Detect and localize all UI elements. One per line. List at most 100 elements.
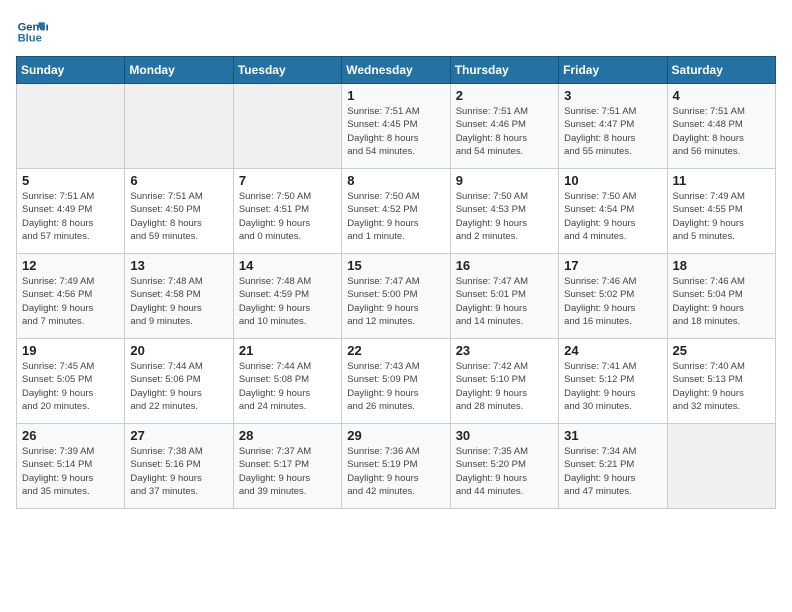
calendar-cell: 18 Sunrise: 7:46 AM Sunset: 5:04 PM Dayli…	[667, 254, 775, 339]
day-number: 19	[22, 343, 119, 358]
day-info: Sunrise: 7:42 AM Sunset: 5:10 PM Dayligh…	[456, 360, 553, 413]
calendar-cell: 1 Sunrise: 7:51 AM Sunset: 4:45 PM Daylig…	[342, 84, 450, 169]
calendar-week-row: 1 Sunrise: 7:51 AM Sunset: 4:45 PM Daylig…	[17, 84, 776, 169]
day-info: Sunrise: 7:47 AM Sunset: 5:01 PM Dayligh…	[456, 275, 553, 328]
weekday-header-row: SundayMondayTuesdayWednesdayThursdayFrid…	[17, 57, 776, 84]
day-number: 21	[239, 343, 336, 358]
calendar-cell: 6 Sunrise: 7:51 AM Sunset: 4:50 PM Daylig…	[125, 169, 233, 254]
calendar-cell: 23 Sunrise: 7:42 AM Sunset: 5:10 PM Dayli…	[450, 339, 558, 424]
day-info: Sunrise: 7:44 AM Sunset: 5:08 PM Dayligh…	[239, 360, 336, 413]
day-number: 6	[130, 173, 227, 188]
day-info: Sunrise: 7:48 AM Sunset: 4:58 PM Dayligh…	[130, 275, 227, 328]
calendar-table: SundayMondayTuesdayWednesdayThursdayFrid…	[16, 56, 776, 509]
calendar-week-row: 5 Sunrise: 7:51 AM Sunset: 4:49 PM Daylig…	[17, 169, 776, 254]
calendar-cell: 8Sunrise: 7:50 AM Sunset: 4:52 PM Daylig…	[342, 169, 450, 254]
day-number: 5	[22, 173, 119, 188]
calendar-cell: 16 Sunrise: 7:47 AM Sunset: 5:01 PM Dayli…	[450, 254, 558, 339]
day-number: 23	[456, 343, 553, 358]
day-number: 20	[130, 343, 227, 358]
day-number: 11	[673, 173, 770, 188]
calendar-cell: 21 Sunrise: 7:44 AM Sunset: 5:08 PM Dayli…	[233, 339, 341, 424]
day-info: Sunrise: 7:51 AM Sunset: 4:48 PM Dayligh…	[673, 105, 770, 158]
day-info: Sunrise: 7:43 AM Sunset: 5:09 PM Dayligh…	[347, 360, 444, 413]
page-header: General Blue	[16, 16, 776, 48]
day-number: 15	[347, 258, 444, 273]
calendar-cell: 15 Sunrise: 7:47 AM Sunset: 5:00 PM Dayli…	[342, 254, 450, 339]
day-info: Sunrise: 7:51 AM Sunset: 4:46 PM Dayligh…	[456, 105, 553, 158]
day-number: 3	[564, 88, 661, 103]
calendar-cell: 31 Sunrise: 7:34 AM Sunset: 5:21 PM Dayli…	[559, 424, 667, 509]
calendar-cell: 27 Sunrise: 7:38 AM Sunset: 5:16 PM Dayli…	[125, 424, 233, 509]
calendar-week-row: 12 Sunrise: 7:49 AM Sunset: 4:56 PM Dayli…	[17, 254, 776, 339]
calendar-cell: 10 Sunrise: 7:50 AM Sunset: 4:54 PM Dayli…	[559, 169, 667, 254]
day-number: 26	[22, 428, 119, 443]
weekday-header-thursday: Thursday	[450, 57, 558, 84]
day-info: Sunrise: 7:50 AM Sunset: 4:53 PM Dayligh…	[456, 190, 553, 243]
calendar-cell	[667, 424, 775, 509]
day-number: 16	[456, 258, 553, 273]
calendar-cell: 12 Sunrise: 7:49 AM Sunset: 4:56 PM Dayli…	[17, 254, 125, 339]
calendar-cell: 5 Sunrise: 7:51 AM Sunset: 4:49 PM Daylig…	[17, 169, 125, 254]
day-info: Sunrise: 7:39 AM Sunset: 5:14 PM Dayligh…	[22, 445, 119, 498]
day-number: 7	[239, 173, 336, 188]
calendar-cell: 9Sunrise: 7:50 AM Sunset: 4:53 PM Daylig…	[450, 169, 558, 254]
day-number: 14	[239, 258, 336, 273]
day-info: Sunrise: 7:38 AM Sunset: 5:16 PM Dayligh…	[130, 445, 227, 498]
calendar-cell: 29 Sunrise: 7:36 AM Sunset: 5:19 PM Dayli…	[342, 424, 450, 509]
calendar-cell	[125, 84, 233, 169]
weekday-header-saturday: Saturday	[667, 57, 775, 84]
day-number: 17	[564, 258, 661, 273]
day-number: 8	[347, 173, 444, 188]
day-info: Sunrise: 7:40 AM Sunset: 5:13 PM Dayligh…	[673, 360, 770, 413]
day-number: 10	[564, 173, 661, 188]
day-number: 25	[673, 343, 770, 358]
day-number: 29	[347, 428, 444, 443]
day-number: 12	[22, 258, 119, 273]
day-info: Sunrise: 7:47 AM Sunset: 5:00 PM Dayligh…	[347, 275, 444, 328]
day-number: 24	[564, 343, 661, 358]
day-number: 28	[239, 428, 336, 443]
day-number: 27	[130, 428, 227, 443]
logo-icon: General Blue	[16, 16, 48, 48]
day-info: Sunrise: 7:51 AM Sunset: 4:50 PM Dayligh…	[130, 190, 227, 243]
day-info: Sunrise: 7:34 AM Sunset: 5:21 PM Dayligh…	[564, 445, 661, 498]
day-info: Sunrise: 7:51 AM Sunset: 4:47 PM Dayligh…	[564, 105, 661, 158]
calendar-cell: 4 Sunrise: 7:51 AM Sunset: 4:48 PM Daylig…	[667, 84, 775, 169]
day-number: 31	[564, 428, 661, 443]
logo: General Blue	[16, 16, 52, 48]
day-info: Sunrise: 7:51 AM Sunset: 4:45 PM Dayligh…	[347, 105, 444, 158]
calendar-cell: 14 Sunrise: 7:48 AM Sunset: 4:59 PM Dayli…	[233, 254, 341, 339]
day-number: 30	[456, 428, 553, 443]
day-info: Sunrise: 7:51 AM Sunset: 4:49 PM Dayligh…	[22, 190, 119, 243]
day-info: Sunrise: 7:50 AM Sunset: 4:54 PM Dayligh…	[564, 190, 661, 243]
day-info: Sunrise: 7:36 AM Sunset: 5:19 PM Dayligh…	[347, 445, 444, 498]
calendar-cell	[233, 84, 341, 169]
calendar-cell: 28Sunrise: 7:37 AM Sunset: 5:17 PM Dayli…	[233, 424, 341, 509]
day-number: 22	[347, 343, 444, 358]
day-info: Sunrise: 7:48 AM Sunset: 4:59 PM Dayligh…	[239, 275, 336, 328]
calendar-cell	[17, 84, 125, 169]
day-number: 4	[673, 88, 770, 103]
day-number: 18	[673, 258, 770, 273]
day-info: Sunrise: 7:49 AM Sunset: 4:56 PM Dayligh…	[22, 275, 119, 328]
day-number: 2	[456, 88, 553, 103]
calendar-cell: 2 Sunrise: 7:51 AM Sunset: 4:46 PM Daylig…	[450, 84, 558, 169]
calendar-cell: 25 Sunrise: 7:40 AM Sunset: 5:13 PM Dayli…	[667, 339, 775, 424]
calendar-cell: 7 Sunrise: 7:50 AM Sunset: 4:51 PM Daylig…	[233, 169, 341, 254]
day-number: 1	[347, 88, 444, 103]
weekday-header-friday: Friday	[559, 57, 667, 84]
calendar-week-row: 26 Sunrise: 7:39 AM Sunset: 5:14 PM Dayli…	[17, 424, 776, 509]
calendar-cell: 22 Sunrise: 7:43 AM Sunset: 5:09 PM Dayli…	[342, 339, 450, 424]
day-info: Sunrise: 7:50 AM Sunset: 4:51 PM Dayligh…	[239, 190, 336, 243]
day-info: Sunrise: 7:44 AM Sunset: 5:06 PM Dayligh…	[130, 360, 227, 413]
day-info: Sunrise: 7:49 AM Sunset: 4:55 PM Dayligh…	[673, 190, 770, 243]
day-info: Sunrise: 7:35 AM Sunset: 5:20 PM Dayligh…	[456, 445, 553, 498]
day-info: Sunrise: 7:46 AM Sunset: 5:02 PM Dayligh…	[564, 275, 661, 328]
day-info: Sunrise: 7:41 AM Sunset: 5:12 PM Dayligh…	[564, 360, 661, 413]
day-info: Sunrise: 7:45 AM Sunset: 5:05 PM Dayligh…	[22, 360, 119, 413]
weekday-header-wednesday: Wednesday	[342, 57, 450, 84]
weekday-header-sunday: Sunday	[17, 57, 125, 84]
day-info: Sunrise: 7:46 AM Sunset: 5:04 PM Dayligh…	[673, 275, 770, 328]
day-number: 13	[130, 258, 227, 273]
calendar-cell: 20 Sunrise: 7:44 AM Sunset: 5:06 PM Dayli…	[125, 339, 233, 424]
